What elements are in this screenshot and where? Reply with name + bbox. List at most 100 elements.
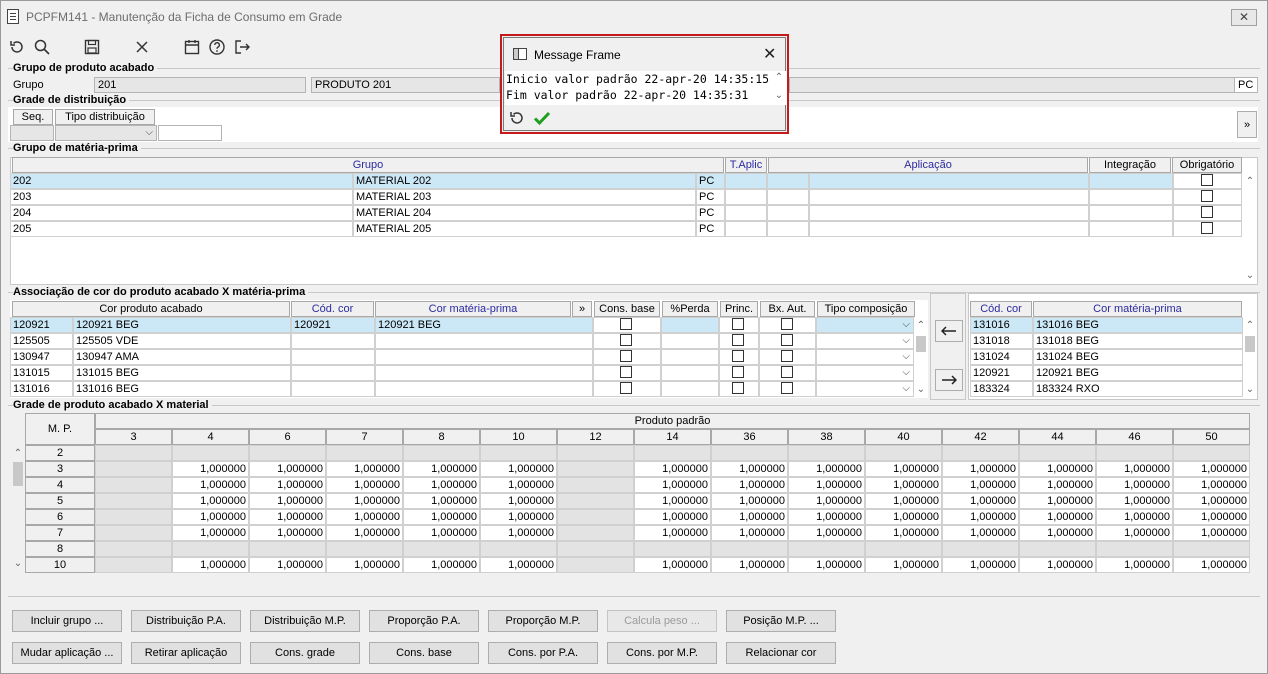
grade-value-cell[interactable]: 1,000000 [711,557,788,573]
grupo-field[interactable]: 201 [94,77,306,93]
mp-nome-cell[interactable]: MATERIAL 202 [353,173,696,189]
mp-aplic-code-cell[interactable] [767,205,809,221]
mp-aplic-code-cell[interactable] [767,189,809,205]
grade-value-cell[interactable]: 1,000000 [1096,461,1173,477]
mp-unidade-cell[interactable]: PC [696,189,725,205]
mp-nome-cell[interactable]: MATERIAL 203 [353,189,696,205]
action-button[interactable]: Proporção P.A. [369,610,479,632]
cor-materia-cell[interactable] [375,381,593,397]
cor-materia-cell[interactable] [375,365,593,381]
mp-grupo-cell[interactable]: 204 [10,205,353,221]
grade-value-cell[interactable] [1173,445,1250,461]
mp-t-aplic-cell[interactable] [725,205,767,221]
grade-value-cell[interactable]: 1,000000 [942,477,1019,493]
confirm-check-icon[interactable] [533,109,551,127]
action-button[interactable]: Cons. por M.P. [607,642,717,664]
cod-cor-cell[interactable] [291,349,375,365]
obrigatorio-checkbox[interactable] [1201,174,1213,186]
scroll-down-icon[interactable]: ⌄ [12,558,24,569]
grade-value-cell[interactable]: 1,000000 [480,557,557,573]
grade-value-cell[interactable] [95,557,172,573]
scroll-down-icon[interactable]: ⌄ [915,384,927,395]
cor-materia-cell[interactable] [375,333,593,349]
window-close-button[interactable]: ✕ [1231,9,1257,26]
right-cod-cor-cell[interactable]: 120921 [970,365,1033,381]
mp-aplicacao-cell[interactable] [809,205,1089,221]
exit-icon[interactable] [233,38,251,56]
grade-value-cell[interactable] [1096,445,1173,461]
cor-produto-desc-cell[interactable]: 131015 BEG [73,365,291,381]
grade-value-cell[interactable]: 1,000000 [249,493,326,509]
save-icon[interactable] [83,38,101,56]
cor-materia-cell[interactable] [375,349,593,365]
grade-value-cell[interactable] [557,477,634,493]
grade-value-cell[interactable]: 1,000000 [249,557,326,573]
scrollbar-thumb[interactable] [13,462,23,486]
grade-value-cell[interactable]: 1,000000 [1173,477,1250,493]
grade-value-cell[interactable] [326,445,403,461]
mp-aplic-code-cell[interactable] [767,221,809,237]
bx-aut-checkbox[interactable] [781,382,793,394]
grade-value-cell[interactable]: 1,000000 [865,557,942,573]
grade-value-cell[interactable]: 1,000000 [634,557,711,573]
grade-value-cell[interactable]: 1,000000 [788,509,865,525]
expand-button[interactable]: » [1237,111,1257,138]
grade-value-cell[interactable]: 1,000000 [403,525,480,541]
obrigatorio-checkbox[interactable] [1201,206,1213,218]
cor-produto-desc-cell[interactable]: 131016 BEG [73,381,291,397]
scroll-up-icon[interactable]: ⌃ [773,72,785,83]
action-button[interactable]: Cons. grade [250,642,360,664]
cancel-icon[interactable] [133,38,151,56]
grade-value-cell[interactable]: 1,000000 [1096,493,1173,509]
grade-value-cell[interactable] [95,445,172,461]
grade-value-cell[interactable] [326,541,403,557]
right-cod-cor-cell[interactable]: 131024 [970,349,1033,365]
grade-value-cell[interactable] [942,445,1019,461]
grade-value-cell[interactable]: 1,000000 [865,509,942,525]
grade-value-cell[interactable]: 1,000000 [1019,557,1096,573]
mp-nome-cell[interactable]: MATERIAL 204 [353,205,696,221]
grade-value-cell[interactable]: 1,000000 [788,525,865,541]
bx-aut-checkbox[interactable] [781,366,793,378]
grade-value-cell[interactable] [557,509,634,525]
grade-value-cell[interactable] [711,445,788,461]
grade-value-cell[interactable]: 1,000000 [403,509,480,525]
grade-value-cell[interactable]: 1,000000 [480,461,557,477]
scroll-down-icon[interactable]: ⌄ [773,90,785,101]
grade-value-cell[interactable]: 1,000000 [326,509,403,525]
grade-value-cell[interactable]: 1,000000 [403,477,480,493]
grade-value-cell[interactable] [403,541,480,557]
message-refresh-icon[interactable] [508,109,526,127]
grade-value-cell[interactable] [711,541,788,557]
grade-value-cell[interactable] [95,493,172,509]
grade-value-cell[interactable]: 1,000000 [249,525,326,541]
scrollbar-thumb[interactable] [1245,336,1255,352]
bx-aut-checkbox[interactable] [781,318,793,330]
grade-value-cell[interactable] [1019,541,1096,557]
grade-value-cell[interactable]: 1,000000 [403,493,480,509]
cor-produto-desc-cell[interactable]: 120921 BEG [73,317,291,333]
grade-value-cell[interactable]: 1,000000 [326,557,403,573]
grade-value-cell[interactable]: 1,000000 [326,461,403,477]
grade-value-cell[interactable]: 1,000000 [634,477,711,493]
grade-value-cell[interactable]: 1,000000 [403,461,480,477]
cod-cor-cell[interactable] [291,333,375,349]
mp-row-header[interactable]: 7 [25,525,95,541]
grade-value-cell[interactable]: 1,000000 [172,461,249,477]
action-button[interactable]: Posição M.P. ... [726,610,836,632]
grade-value-cell[interactable]: 1,000000 [634,493,711,509]
scroll-down-icon[interactable]: ⌄ [1244,270,1256,281]
scrollbar-thumb[interactable] [916,336,926,352]
cor-produto-cod-cell[interactable]: 130947 [10,349,73,365]
grade-value-cell[interactable] [480,445,557,461]
obrigatorio-checkbox[interactable] [1201,190,1213,202]
grade-value-cell[interactable]: 1,000000 [1173,461,1250,477]
grade-value-cell[interactable]: 1,000000 [172,509,249,525]
cod-cor-cell[interactable] [291,381,375,397]
cod-cor-cell[interactable] [291,365,375,381]
right-cor-materia-cell[interactable]: 131024 BEG [1033,349,1243,365]
cor-produto-desc-cell[interactable]: 130947 AMA [73,349,291,365]
right-cor-materia-cell[interactable]: 120921 BEG [1033,365,1243,381]
grade-value-cell[interactable] [557,445,634,461]
grade-value-cell[interactable] [95,525,172,541]
